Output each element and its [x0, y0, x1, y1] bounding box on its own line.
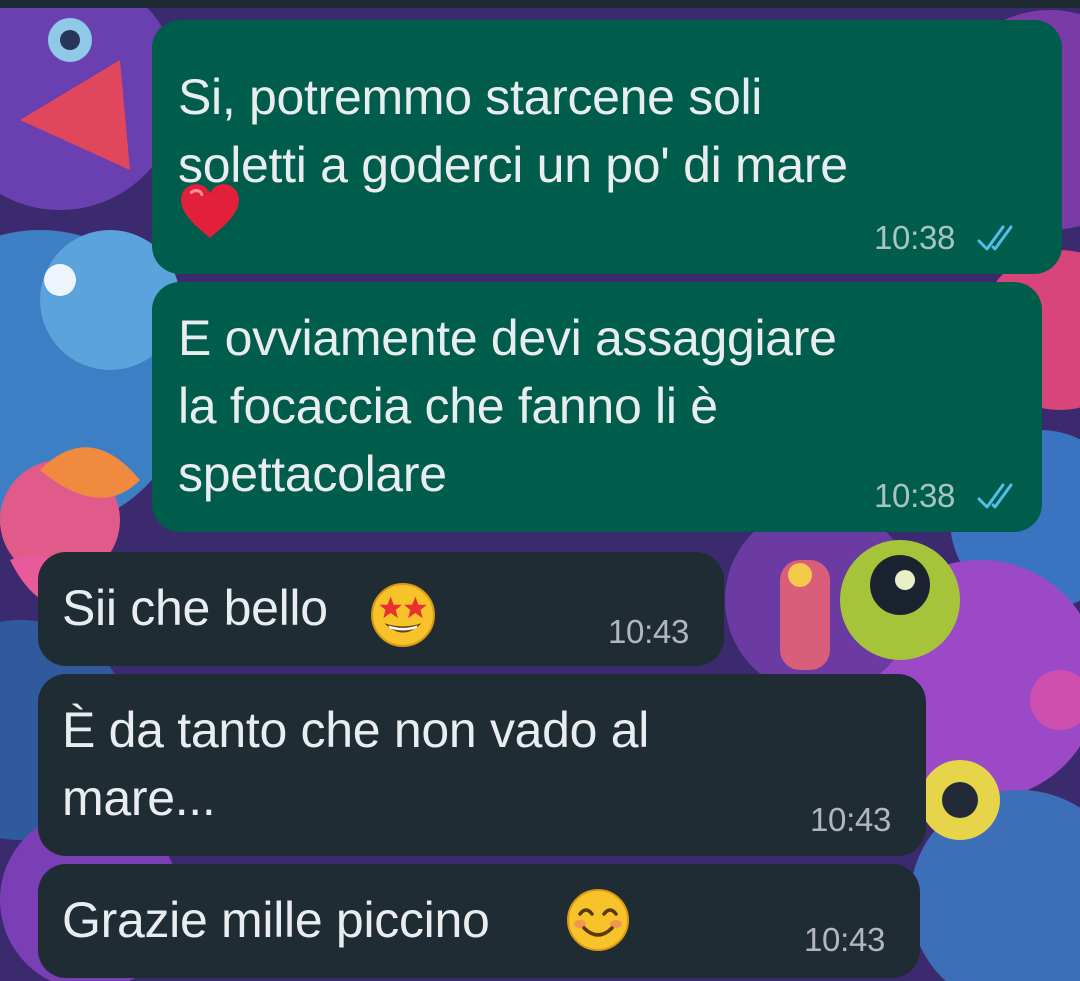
message-text: spettacolare	[178, 446, 447, 502]
message-text: E ovviamente devi assaggiare	[178, 310, 837, 366]
red-heart-icon	[181, 184, 239, 238]
star-struck-icon	[371, 583, 435, 647]
message-time: 10:38	[874, 477, 956, 514]
chat-view[interactable]: Si, potremmo starcene soli soletti a god…	[0, 0, 1080, 981]
message-text: Sii che bello	[62, 580, 328, 636]
message-time: 10:43	[608, 613, 690, 650]
smiling-face-icon	[567, 889, 629, 951]
message-bubble-incoming[interactable]: È da tanto che non vado al mare... 10:43	[38, 674, 926, 856]
message-text: È da tanto che non vado al	[62, 702, 650, 758]
message-bubble-outgoing[interactable]: E ovviamente devi assaggiare la focaccia…	[152, 282, 1042, 532]
message-bubble-incoming[interactable]: Grazie mille piccino 10:43	[38, 864, 920, 978]
message-text: la focaccia che fanno li è	[178, 378, 718, 434]
message-text: Grazie mille piccino	[62, 892, 490, 948]
message-text: Si, potremmo starcene soli	[178, 69, 763, 125]
message-time: 10:43	[810, 801, 892, 838]
message-time: 10:38	[874, 219, 956, 256]
message-text: mare...	[62, 770, 216, 826]
message-text: soletti a goderci un po' di mare	[178, 137, 848, 193]
message-bubble-incoming[interactable]: Sii che bello 10:43	[38, 552, 724, 666]
message-time: 10:43	[804, 921, 886, 958]
top-bar	[0, 0, 1080, 8]
read-receipt-icon	[977, 483, 1013, 509]
message-bubble-outgoing[interactable]: Si, potremmo starcene soli soletti a god…	[152, 20, 1062, 274]
read-receipt-icon	[977, 225, 1013, 251]
